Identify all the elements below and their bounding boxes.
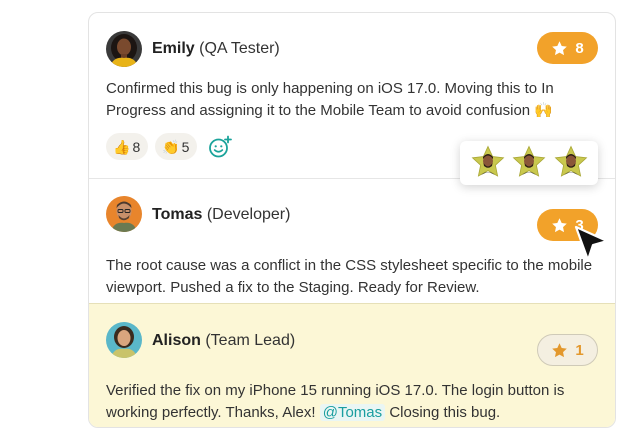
star-icon — [552, 40, 568, 55]
stargazers-popover — [460, 141, 598, 185]
star-count: 1 — [575, 341, 584, 359]
author-name[interactable]: Emily — [152, 40, 195, 57]
comment-body: Confirmed this bug is only happening on … — [106, 80, 554, 119]
star-icon — [552, 217, 568, 232]
author-role: (Developer) — [206, 206, 291, 223]
reaction-count: 5 — [181, 138, 190, 155]
thumbs-up-icon: 👍 — [113, 138, 131, 155]
author-name[interactable]: Tomas — [152, 206, 202, 223]
star-avatar-icon[interactable] — [511, 145, 547, 181]
avatar-alison[interactable] — [106, 322, 142, 358]
comment-author: Tomas (Developer) — [152, 205, 290, 225]
reaction-count: 8 — [132, 138, 141, 155]
comment-author: Alison (Team Lead) — [152, 331, 295, 351]
reaction-clap[interactable]: 👏 5 — [155, 133, 198, 160]
star-avatar-icon[interactable] — [470, 145, 506, 181]
comment-author: Emily (QA Tester) — [152, 39, 280, 59]
avatar-emily[interactable] — [106, 31, 142, 67]
avatar-tomas[interactable] — [106, 196, 142, 232]
comment-alison: Alison (Team Lead) 1 Verified the fix on… — [89, 303, 615, 427]
author-role: (Team Lead) — [205, 332, 296, 349]
star-button[interactable]: 1 — [537, 334, 598, 366]
comment-body-text: Closing this bug. — [389, 404, 501, 421]
comment-body: The root cause was a conflict in the CSS… — [106, 257, 593, 296]
comment-body: Verified the fix on my iPhone 15 running… — [106, 380, 596, 424]
comment-tomas: Tomas (Developer) 3 The root cause was a… — [89, 178, 615, 303]
author-role: (QA Tester) — [199, 40, 280, 57]
star-icon — [552, 342, 568, 357]
star-count: 8 — [575, 39, 584, 57]
add-emoji-icon[interactable] — [207, 134, 233, 160]
star-avatar-icon[interactable] — [553, 145, 589, 181]
comment-thread: Emily (QA Tester) 8 Confirmed this bug i… — [88, 12, 616, 428]
user-mention[interactable]: @Tomas — [319, 404, 386, 421]
clapping-hands-icon: 👏 — [162, 138, 180, 155]
mouse-pointer-icon — [574, 225, 609, 262]
reaction-bar: 👍 8 👏 5 — [106, 133, 233, 160]
reaction-thumbs-up[interactable]: 👍 8 — [106, 133, 149, 160]
star-button[interactable]: 8 — [537, 32, 598, 64]
author-name[interactable]: Alison — [152, 332, 201, 349]
